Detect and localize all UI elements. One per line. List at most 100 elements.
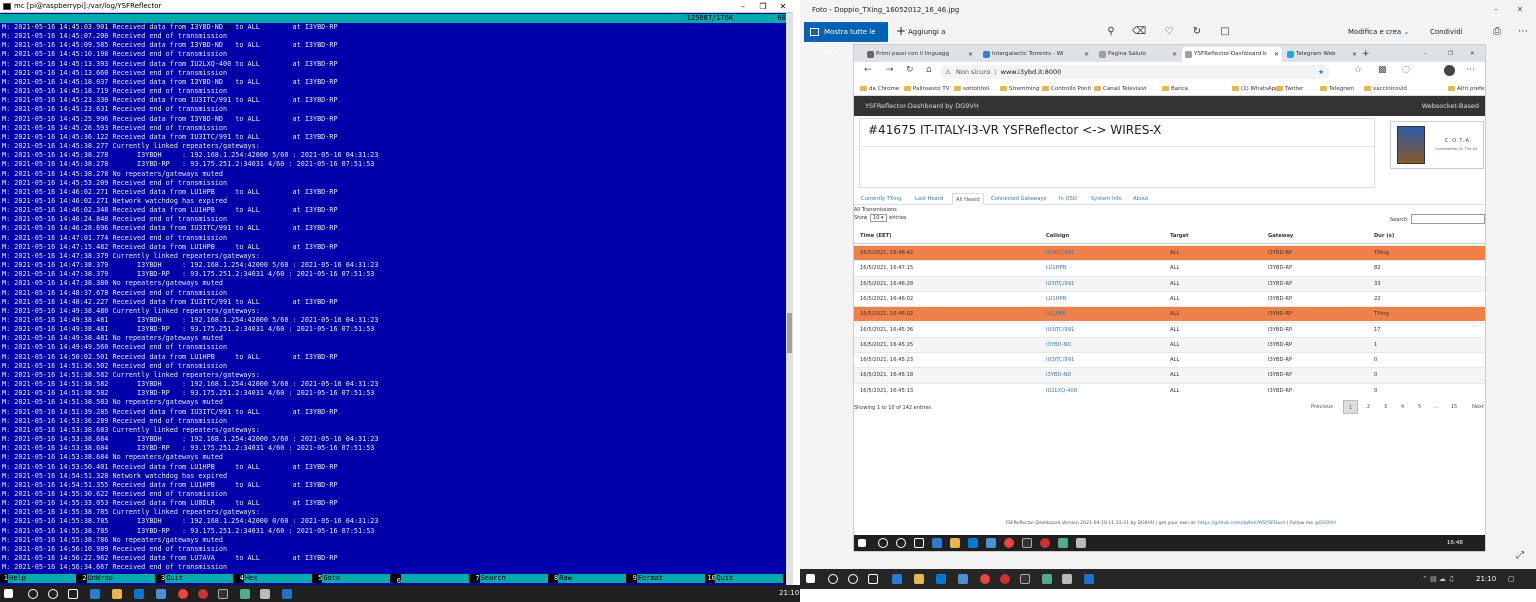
page-button[interactable]: 15 (1445, 400, 1463, 414)
callsign-link[interactable]: IU3ITC/991 (1046, 323, 1074, 338)
putty-icon[interactable] (1062, 574, 1072, 584)
profile-avatar[interactable] (1444, 65, 1455, 76)
page-button[interactable]: Previous (1304, 400, 1340, 414)
bookmark-item[interactable]: Telegram (1320, 83, 1354, 95)
fkey-8[interactable]: 8Raw (550, 574, 627, 583)
edge-icon[interactable] (90, 589, 100, 599)
entries-select[interactable]: 10 ▾ (870, 214, 887, 222)
bookmark-item[interactable]: Altri preferiti (1448, 83, 1485, 95)
fullscreen-expand-icon[interactable]: ⤢ (1516, 550, 1524, 561)
photos-titlebar[interactable]: Foto - Doppio_TXing_16052012_16_46.jpg –… (800, 0, 1536, 20)
bookmark-item[interactable]: da Chrome (860, 83, 899, 95)
terminal-taskbar-icon[interactable] (218, 589, 228, 599)
photos-taskbar-icon[interactable] (282, 589, 292, 599)
dashboard-brand[interactable]: YSFReflector-Dashboard by DG9VH (865, 96, 979, 116)
page-button[interactable]: 4 (1395, 400, 1410, 414)
fkey-1[interactable]: 1Help (0, 574, 76, 583)
page-button[interactable]: Next (1465, 400, 1485, 414)
fkey-9[interactable]: 9Format (629, 574, 705, 583)
cortana-icon[interactable] (848, 574, 858, 584)
table-row[interactable]: 16/5/2021, 16:45:36 IU3ITC/991 ALL I3YBD-RP… (854, 321, 1485, 338)
page-button[interactable]: 5 (1412, 400, 1427, 414)
new-tab-icon[interactable]: + (1360, 47, 1374, 62)
print-icon[interactable]: ⎙ (1490, 25, 1504, 39)
callsign-link[interactable]: IU3ITC/991 (1046, 277, 1074, 292)
dashboard-tab[interactable]: Currently TXing (858, 193, 904, 205)
chrome-icon[interactable] (980, 574, 990, 584)
terminal-scrollbar[interactable] (786, 13, 793, 585)
callsign-link[interactable]: IU3ITC/991 (1046, 246, 1074, 261)
start-windows-icon[interactable] (806, 574, 815, 583)
terminal-titlebar[interactable]: mc [pi@raspberrypi]:/var/log/YSFReflecto… (0, 0, 793, 13)
table-row[interactable]: 16/5/2021, 16:46:02 LU1HPB ALL I3YBD-RP TXin… (854, 306, 1485, 322)
browser-tab[interactable]: Telegram Web ✕ (1284, 47, 1360, 62)
add-to-button[interactable]: + Aggiungi a (896, 22, 945, 42)
dashboard-tab[interactable]: In QSO (1056, 193, 1080, 205)
app-icon-green[interactable] (1042, 574, 1052, 584)
search-icon[interactable] (28, 589, 38, 599)
table-row[interactable]: 16/5/2021, 16:46:02 LU1HPB ALL I3YBD-RP 22 (854, 290, 1485, 307)
forward-icon[interactable]: → (886, 65, 894, 75)
extensions-icon[interactable]: ☆ (1354, 65, 1362, 75)
scrollbar-thumb[interactable] (787, 313, 792, 353)
close-icon[interactable]: ✕ (773, 0, 793, 13)
start-windows-icon[interactable] (4, 589, 13, 598)
file-explorer-icon[interactable] (914, 574, 924, 584)
tab-close-icon[interactable]: ✕ (1352, 47, 1357, 62)
table-row[interactable]: 16/5/2021, 16:45:18 I3YBD-ND ALL I3YBD-RP 0 (854, 367, 1485, 383)
tab-close-icon[interactable]: ✕ (1084, 47, 1089, 62)
fkey-6[interactable]: 6 (393, 574, 469, 585)
callsign-link[interactable]: IU3ITC/991 (1046, 353, 1074, 368)
bookmark-item[interactable]: Stremming (1000, 83, 1039, 95)
delete-icon[interactable]: ⌫ (1132, 25, 1146, 39)
more-icon[interactable]: ⋯ (1466, 65, 1475, 75)
tab-close-icon[interactable]: ✕ (968, 47, 973, 62)
close-icon[interactable]: ✕ (1508, 0, 1532, 20)
bookmark-item[interactable]: Canali Televisivi (1094, 83, 1147, 95)
table-row[interactable]: 16/5/2021, 16:46:28 IU3ITC/991 ALL I3YBD-RP… (854, 275, 1485, 292)
fkey-4[interactable]: 4Hex (236, 574, 312, 583)
back-icon[interactable]: ← (864, 65, 872, 75)
star-icon[interactable]: ★ (1318, 65, 1324, 79)
twitter-link[interactable]: @DG9VH (1315, 521, 1336, 526)
callsign-link[interactable]: LU1HPB (1046, 307, 1066, 322)
maximize-icon[interactable]: ❐ (1448, 47, 1460, 62)
callsign-link[interactable]: LU1HPB (1046, 292, 1066, 307)
mail-icon[interactable] (156, 589, 166, 599)
task-view-icon[interactable] (68, 589, 78, 599)
minimize-icon[interactable]: – (1424, 47, 1436, 62)
maximize-icon[interactable]: ❐ (753, 0, 773, 13)
page-button[interactable]: 1 (1343, 400, 1358, 414)
bookmark-item[interactable]: sottotitoli (954, 83, 989, 95)
app-icon-green[interactable] (240, 589, 250, 599)
callsign-link[interactable]: I3YBD-ND (1046, 368, 1071, 383)
dashboard-tab[interactable]: Connected Gateways (988, 193, 1049, 205)
browser-tab[interactable]: Intergalactic Torrents - Wi ✕ (980, 47, 1092, 62)
terminal-taskbar-icon[interactable] (1020, 574, 1030, 584)
table-row[interactable]: 16/5/2021, 16:45:13 IU2LXQ-400 ALL I3YBD-RP… (854, 382, 1485, 399)
page-button[interactable]: ... (1429, 400, 1444, 414)
bookmark-item[interactable]: (1) WhatsApp (1232, 83, 1279, 95)
task-view-icon[interactable] (868, 574, 878, 584)
crop-icon[interactable]: □ (1218, 25, 1232, 39)
callsign-link[interactable]: LU1HPB (1046, 261, 1066, 276)
callsign-link[interactable]: IU2LXQ-400 (1046, 384, 1077, 399)
file-explorer-icon[interactable] (112, 589, 122, 599)
more-icon[interactable]: ⋯ (1516, 25, 1530, 39)
column-header[interactable]: Target (1170, 229, 1189, 244)
mail-icon[interactable] (958, 574, 968, 584)
fkey-2[interactable]: 2UnWrap (79, 574, 155, 583)
table-row[interactable]: 16/5/2021, 16:48:42 IU3ITC/991 ALL I3YBD-RP… (854, 245, 1485, 261)
bookmark-item[interactable]: Palinsesto TV (904, 83, 950, 95)
bookmark-item[interactable]: Controllo Ponti (1042, 83, 1091, 95)
browser-tab[interactable]: Primi passi con il linguagg ✕ (864, 47, 976, 62)
page-button[interactable]: 3 (1378, 400, 1393, 414)
column-header[interactable]: Gateway (1268, 229, 1293, 244)
close-icon[interactable]: ✕ (1470, 47, 1482, 62)
home-icon[interactable]: ⌂ (926, 65, 932, 75)
bookmark-item[interactable]: vaccinicovid (1364, 83, 1407, 95)
edge-icon[interactable] (892, 574, 902, 584)
tab-close-icon[interactable]: ✕ (1172, 47, 1177, 62)
callsign-link[interactable]: I3YBD-ND (1046, 338, 1071, 353)
reload-icon[interactable]: ↻ (906, 65, 914, 75)
